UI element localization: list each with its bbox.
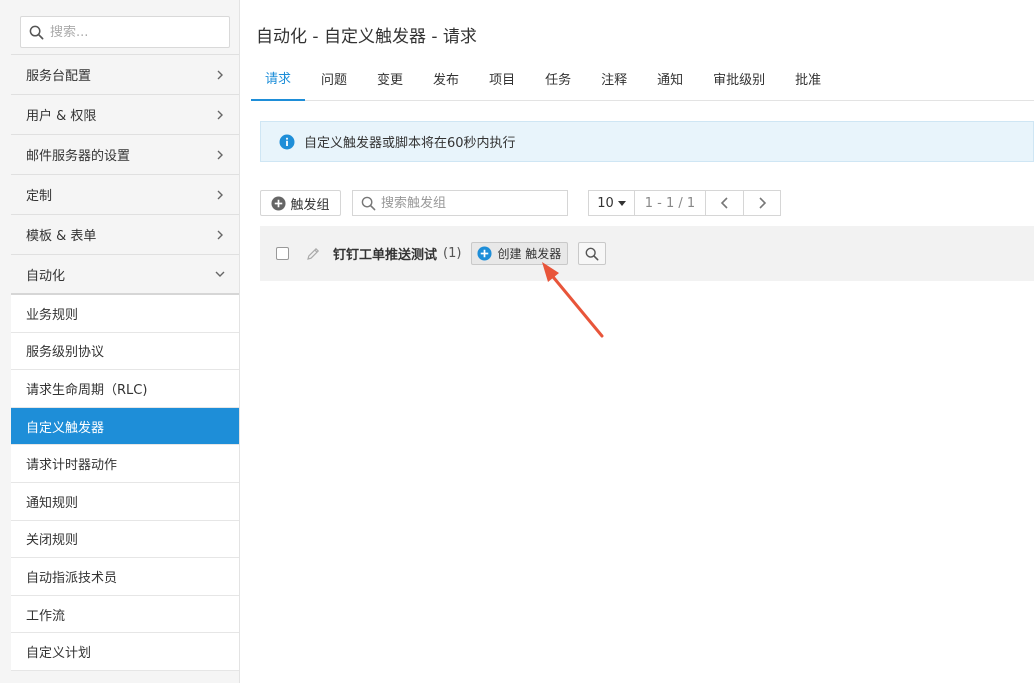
chevron-right-icon <box>217 110 223 119</box>
info-text: 自定义触发器或脚本将在60秒内执行 <box>304 136 516 151</box>
sidebar-subitem-label: 关闭规则 <box>26 533 79 549</box>
plus-circle-icon <box>271 195 287 211</box>
tab-notifications[interactable]: 通知 <box>643 56 697 101</box>
group-search-button[interactable] <box>578 242 607 265</box>
tab-changes[interactable]: 变更 <box>363 56 417 101</box>
sidebar-subitem-label: 请求生命周期（RLC) <box>26 382 148 398</box>
search-icon <box>29 25 44 39</box>
sidebar-subitem-label: 业务规则 <box>26 307 79 323</box>
sidebar-item-customization[interactable]: 定制 <box>11 175 239 215</box>
trigger-group-search[interactable] <box>352 190 568 216</box>
sidebar-item-automation[interactable]: 自动化 <box>11 255 239 295</box>
trigger-group-name: 钉钉工单推送测试 <box>333 248 438 263</box>
tab-problems[interactable]: 问题 <box>307 56 361 101</box>
page-range: 1 - 1 / 1 <box>635 191 706 215</box>
sidebar-item-label: 定制 <box>26 189 53 204</box>
create-trigger-button[interactable]: 创建 触发器 <box>471 242 569 265</box>
trigger-group-search-input[interactable] <box>381 195 561 211</box>
sidebar-subitem-label: 自定义计划 <box>26 646 92 662</box>
search-icon <box>361 196 376 210</box>
page-size-value: 10 <box>597 195 614 211</box>
tab-requests[interactable]: 请求 <box>251 56 306 101</box>
sidebar-subitem-label: 工作流 <box>26 608 66 624</box>
page-title: 自动化 - 自定义触发器 - 请求 <box>256 27 477 47</box>
pagination: 10 1 - 1 / 1 <box>588 190 781 216</box>
sidebar-subitem-custom-schedule[interactable]: 自定义计划 <box>11 633 239 671</box>
sidebar-search-input[interactable] <box>50 24 220 40</box>
sidebar-item-helpdesk-config[interactable]: 服务台配置 <box>11 55 239 95</box>
chevron-right-icon <box>217 190 223 199</box>
sidebar-item-mail-server[interactable]: 邮件服务器的设置 <box>11 135 239 175</box>
chevron-right-icon <box>217 150 223 159</box>
sidebar-subitem-sla[interactable]: 服务级别协议 <box>11 332 239 371</box>
sidebar-menu: 服务台配置 用户 & 权限 邮件服务器的设置 定制 模板 & 表单 自动化 业务… <box>11 54 239 671</box>
tab-releases[interactable]: 发布 <box>419 56 473 101</box>
sidebar-subitem-label: 请求计时器动作 <box>26 458 118 474</box>
group-checkbox[interactable] <box>276 247 289 260</box>
search-icon <box>585 247 599 260</box>
chevron-down-icon <box>215 271 225 277</box>
sidebar-search[interactable] <box>20 16 230 48</box>
chevron-left-icon <box>720 197 728 209</box>
tab-approvals[interactable]: 批准 <box>781 56 835 101</box>
next-page-button[interactable] <box>743 191 780 215</box>
sidebar-subitem-request-timer-actions[interactable]: 请求计时器动作 <box>11 445 239 483</box>
page-size-select[interactable]: 10 <box>589 191 635 215</box>
sidebar-item-templates-forms[interactable]: 模板 & 表单 <box>11 215 239 255</box>
sidebar-subitem-label: 服务级别协议 <box>26 345 105 361</box>
sidebar-subitem-label: 通知规则 <box>26 495 79 511</box>
add-trigger-group-label: 触发组 <box>290 197 330 213</box>
edit-pencil-icon[interactable] <box>305 246 321 262</box>
create-trigger-label: 创建 触发器 <box>497 247 562 261</box>
toolbar: 触发组 10 1 - 1 / 1 <box>260 190 1034 216</box>
sidebar-item-label: 邮件服务器的设置 <box>26 149 131 164</box>
caret-down-icon <box>617 200 626 206</box>
chevron-right-icon <box>759 197 767 209</box>
sidebar-item-label: 服务台配置 <box>26 69 92 84</box>
tab-projects[interactable]: 项目 <box>475 56 529 101</box>
sidebar-subitem-auto-assign[interactable]: 自动指派技术员 <box>11 558 239 596</box>
sidebar-item-users-permissions[interactable]: 用户 & 权限 <box>11 95 239 135</box>
info-icon <box>279 134 295 149</box>
prev-page-button[interactable] <box>706 191 743 215</box>
trigger-group-count: (1) <box>443 246 462 261</box>
sidebar-item-label: 用户 & 权限 <box>26 109 97 124</box>
sidebar-subitem-notification-rules[interactable]: 通知规则 <box>11 482 239 521</box>
add-trigger-group-button[interactable]: 触发组 <box>260 190 341 216</box>
tab-tasks[interactable]: 任务 <box>531 56 585 101</box>
sidebar-subitem-custom-triggers[interactable]: 自定义触发器 <box>11 407 239 446</box>
sidebar-item-label: 自动化 <box>26 268 66 284</box>
sidebar-item-label: 模板 & 表单 <box>26 229 97 244</box>
sidebar: 服务台配置 用户 & 权限 邮件服务器的设置 定制 模板 & 表单 自动化 业务… <box>0 0 240 683</box>
chevron-right-icon <box>217 230 223 239</box>
plus-circle-icon <box>477 246 492 261</box>
chevron-right-icon <box>217 70 223 79</box>
sidebar-subitem-business-rules[interactable]: 业务规则 <box>11 295 239 333</box>
sidebar-subitem-workflow[interactable]: 工作流 <box>11 595 239 634</box>
sidebar-subitem-rlc[interactable]: 请求生命周期（RLC) <box>11 370 239 408</box>
trigger-group-row: 钉钉工单推送测试 (1) 创建 触发器 <box>260 226 1034 281</box>
info-banner: 自定义触发器或脚本将在60秒内执行 <box>260 121 1034 162</box>
tab-bar: 请求 问题 变更 发布 项目 任务 注释 通知 审批级别 批准 <box>251 56 1034 101</box>
sidebar-subitem-closure-rules[interactable]: 关闭规则 <box>11 520 239 559</box>
tab-approval-levels[interactable]: 审批级别 <box>699 56 779 101</box>
sidebar-subitem-label: 自动指派技术员 <box>26 570 118 586</box>
sidebar-subitem-label: 自定义触发器 <box>26 420 105 436</box>
tab-notes[interactable]: 注释 <box>587 56 641 101</box>
main-content: 自动化 - 自定义触发器 - 请求 请求 问题 变更 发布 项目 任务 注释 通… <box>241 0 1034 683</box>
